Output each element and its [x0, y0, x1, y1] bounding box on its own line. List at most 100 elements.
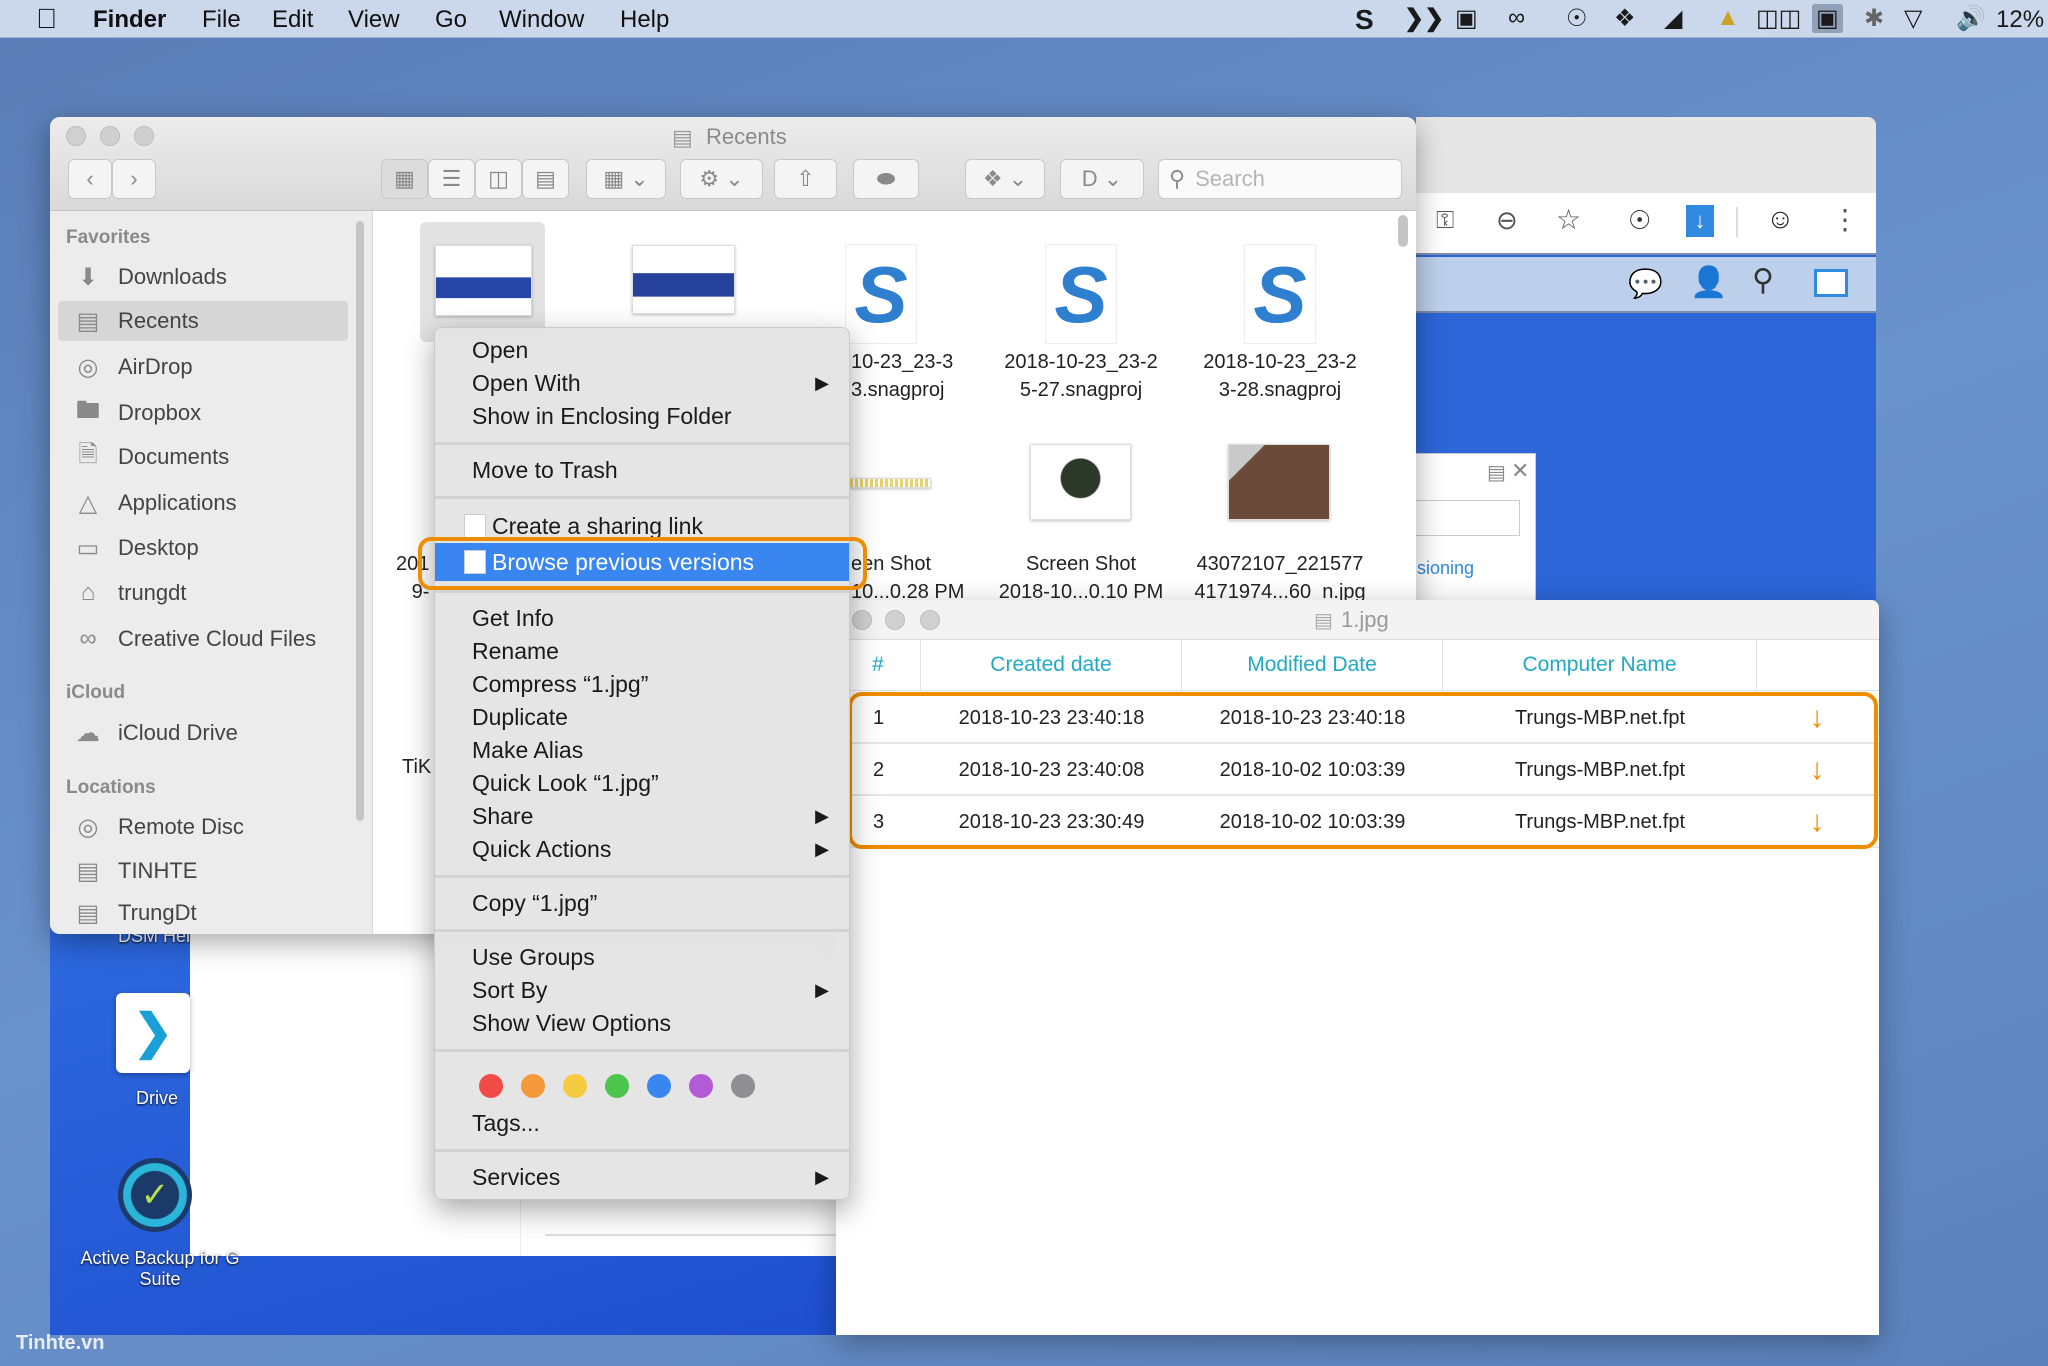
- dialog-input[interactable]: [1416, 500, 1520, 536]
- file-label[interactable]: 2018-10-23_23-2 5-27.snagproj: [981, 348, 1181, 404]
- sidebar-item-dropbox[interactable]: 🖿 Dropbox: [58, 393, 348, 433]
- menu-item-quick-actions[interactable]: Quick Actions ▶: [435, 833, 849, 866]
- tag-color-dot[interactable]: [521, 1073, 545, 1098]
- sidebar-item-downloads[interactable]: ⬇ Downloads: [58, 257, 348, 297]
- zoom-button[interactable]: [134, 126, 154, 146]
- battery-percent[interactable]: 12%: [1996, 6, 2044, 34]
- profile-avatar[interactable]: ☺: [1766, 203, 1795, 235]
- menu-go[interactable]: Go: [435, 6, 467, 34]
- menu-item-use-groups[interactable]: Use Groups: [435, 941, 849, 974]
- zoom-out-icon[interactable]: ⊖: [1496, 205, 1518, 236]
- sidebar-scrollbar[interactable]: [356, 221, 364, 821]
- menu-item-sort-by[interactable]: Sort By ▶: [435, 974, 849, 1007]
- file-label[interactable]: 43072107_221577 4171974...60_n.jpg: [1180, 550, 1380, 606]
- user-icon[interactable]: 👤: [1690, 265, 1727, 300]
- sidebar-item-airdrop[interactable]: ◎ AirDrop: [58, 347, 348, 387]
- minimize-button[interactable]: [885, 610, 905, 630]
- apple-logo-icon[interactable]: : [36, 3, 57, 35]
- menu-item-copy[interactable]: Copy “1.jpg”: [435, 887, 849, 920]
- screens-icon[interactable]: ◫◫: [1756, 4, 1801, 33]
- file-label[interactable]: Screen Shot 2018-10...0.10 PM: [981, 550, 1181, 606]
- tag-color-dot[interactable]: [689, 1073, 713, 1098]
- menu-view[interactable]: View: [348, 6, 400, 34]
- file-thumbnail-helmet[interactable]: [1030, 444, 1131, 520]
- menu-item-tags[interactable]: Tags...: [435, 1107, 849, 1140]
- file-thumbnail-bag[interactable]: [1228, 444, 1330, 520]
- column-header-created[interactable]: Created date: [921, 640, 1182, 690]
- tag-color-dot[interactable]: [605, 1073, 629, 1098]
- list-view-button[interactable]: ☰: [428, 159, 475, 199]
- drive-icon[interactable]: ❯❯: [1404, 4, 1444, 33]
- 1password-icon[interactable]: ☉: [1628, 205, 1651, 236]
- menu-item-show-enclosing[interactable]: Show in Enclosing Folder: [435, 400, 849, 433]
- file-thumbnail-screenshot[interactable]: [849, 478, 931, 488]
- screen-sharing-icon[interactable]: ▣: [1812, 4, 1843, 33]
- dropbox-button[interactable]: ❖ ⌄: [965, 159, 1045, 199]
- menu-item-open-with[interactable]: Open With ▶: [435, 367, 849, 400]
- menu-item-make-alias[interactable]: Make Alias: [435, 734, 849, 767]
- drive-label[interactable]: Drive: [136, 1088, 178, 1109]
- notification-icon[interactable]: ◢: [1664, 4, 1682, 33]
- menu-item-quick-look[interactable]: Quick Look “1.jpg”: [435, 767, 849, 800]
- content-scrollbar[interactable]: [1398, 215, 1408, 247]
- snagit-file-icon[interactable]: S: [1045, 244, 1117, 344]
- volume-icon[interactable]: 🔊: [1956, 4, 1986, 33]
- bluetooth-icon[interactable]: ✱: [1864, 4, 1884, 33]
- bookmark-star-icon[interactable]: ☆: [1556, 203, 1581, 236]
- menu-item-get-info[interactable]: Get Info: [435, 602, 849, 635]
- zoom-button[interactable]: [920, 610, 940, 630]
- share-button[interactable]: ⇧: [774, 159, 837, 199]
- tag-color-dot[interactable]: [563, 1073, 587, 1098]
- sidebar-item-desktop[interactable]: ▭ Desktop: [58, 528, 348, 568]
- vlc-cone-icon[interactable]: ▲: [1716, 4, 1740, 32]
- close-button[interactable]: [66, 126, 86, 146]
- file-label[interactable]: 2018-10-23_23-2 3-28.snagproj: [1180, 348, 1380, 404]
- column-header-computer[interactable]: Computer Name: [1443, 640, 1757, 690]
- forward-button[interactable]: ›: [112, 159, 156, 199]
- menu-item-duplicate[interactable]: Duplicate: [435, 701, 849, 734]
- menu-item-rename[interactable]: Rename: [435, 635, 849, 668]
- maximize-icon[interactable]: ▤: [1487, 460, 1506, 485]
- menu-item-show-view-options[interactable]: Show View Options: [435, 1007, 849, 1040]
- sidebar-item-creative-cloud[interactable]: ∞ Creative Cloud Files: [58, 619, 348, 659]
- active-backup-icon[interactable]: ✓: [118, 1158, 192, 1232]
- menu-item-move-to-trash[interactable]: Move to Trash: [435, 454, 849, 487]
- sidebar-item-home[interactable]: ⌂ trungdt: [58, 573, 348, 613]
- tag-button[interactable]: ⬬: [853, 159, 919, 199]
- action-gear-button[interactable]: ⚙ ⌄: [680, 159, 763, 199]
- snagit-file-icon[interactable]: S: [845, 244, 917, 344]
- file-thumbnail-car-1[interactable]: [435, 245, 532, 316]
- file-label[interactable]: TiK: [402, 753, 431, 781]
- gallery-view-button[interactable]: ▤: [522, 159, 569, 199]
- more-menu-icon[interactable]: ⋮: [1831, 203, 1859, 236]
- download-icon[interactable]: ↓: [1686, 205, 1714, 237]
- 1password-icon[interactable]: ☉: [1566, 4, 1588, 33]
- menu-file[interactable]: File: [202, 6, 241, 34]
- file-thumbnail-car-2[interactable]: [632, 245, 735, 314]
- sidebar-item-applications[interactable]: △ Applications: [58, 483, 348, 523]
- icon-view-button[interactable]: ▦: [381, 159, 428, 199]
- minimize-button[interactable]: [100, 126, 120, 146]
- menu-item-compress[interactable]: Compress “1.jpg”: [435, 668, 849, 701]
- back-button[interactable]: ‹: [68, 159, 112, 199]
- file-label[interactable]: een Shot 10...0.28 PM: [851, 550, 964, 606]
- snagit-icon[interactable]: S: [1355, 4, 1374, 36]
- dropbox-icon[interactable]: ❖: [1614, 4, 1636, 33]
- tag-color-dot[interactable]: [731, 1073, 755, 1098]
- tag-color-dot[interactable]: [647, 1073, 671, 1098]
- sidebar-item-recents[interactable]: ▤ Recents: [58, 301, 348, 341]
- sidebar-item-remote-disc[interactable]: ◎ Remote Disc: [58, 807, 348, 847]
- sidebar-item-documents[interactable]: 🗎 Documents: [58, 437, 348, 477]
- column-view-button[interactable]: ◫: [475, 159, 522, 199]
- wifi-icon[interactable]: ▽: [1904, 4, 1922, 33]
- search-input[interactable]: ⚲ Search: [1158, 159, 1402, 199]
- close-button[interactable]: [852, 610, 872, 630]
- snagit-file-icon[interactable]: S: [1244, 244, 1316, 344]
- chat-icon[interactable]: 💬: [1628, 267, 1663, 300]
- drive-button[interactable]: D ⌄: [1060, 159, 1144, 199]
- column-header-modified[interactable]: Modified Date: [1182, 640, 1443, 690]
- sidebar-item-icloud-drive[interactable]: ☁ iCloud Drive: [58, 713, 348, 753]
- group-by-button[interactable]: ▦ ⌄: [586, 159, 666, 199]
- menu-help[interactable]: Help: [620, 6, 669, 34]
- widget-card-icon[interactable]: [1814, 269, 1848, 297]
